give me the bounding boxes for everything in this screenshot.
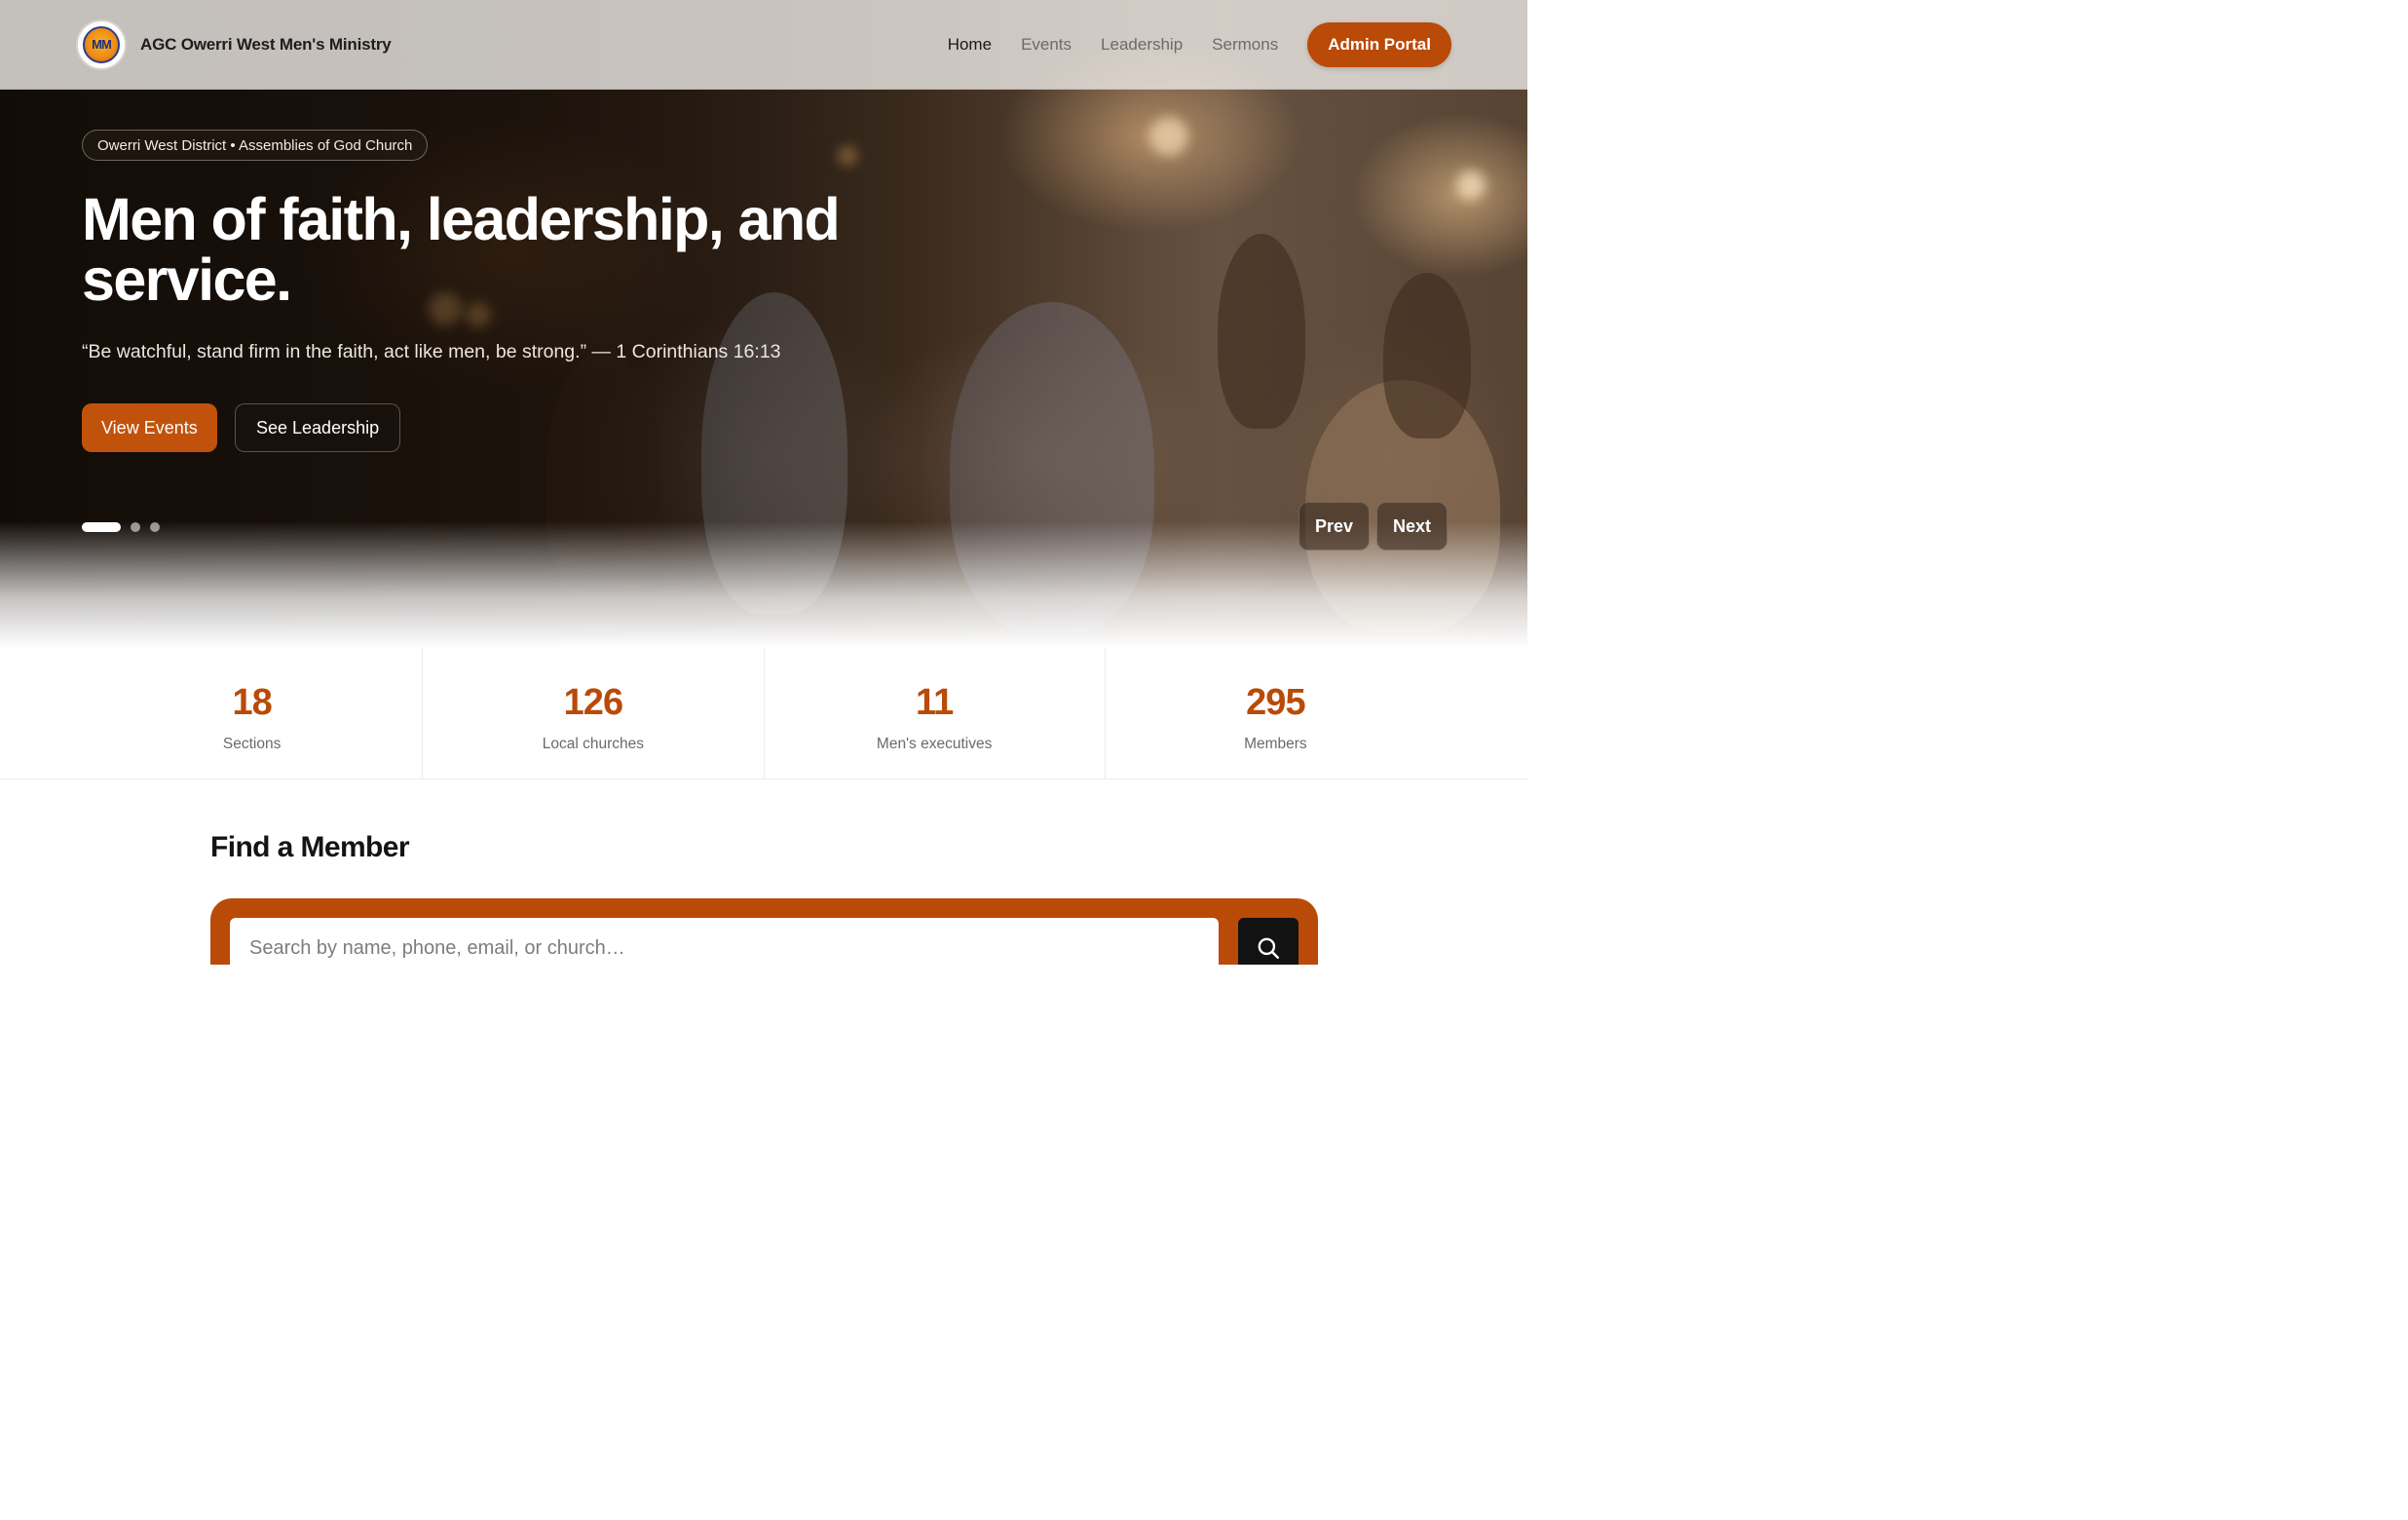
find-member-title: Find a Member — [210, 831, 410, 863]
search-button[interactable] — [1238, 918, 1298, 965]
carousel-indicators — [82, 522, 169, 532]
nav-leadership[interactable]: Leadership — [1101, 35, 1183, 55]
home-page: MM AGC Owerri West Men's Ministry Home E… — [0, 0, 1527, 965]
main-nav: Home Events Leadership Sermons Admin Por… — [919, 21, 1451, 67]
brand-name[interactable]: AGC Owerri West Men's Ministry — [140, 35, 392, 55]
see-leadership-button[interactable]: See Leadership — [235, 403, 401, 452]
stat-value: 295 — [1246, 682, 1305, 723]
site-header: MM AGC Owerri West Men's Ministry Home E… — [0, 0, 1527, 90]
hero-banner — [0, 0, 1527, 648]
district-badge: Owerri West District • Assemblies of God… — [82, 130, 429, 161]
nav-events[interactable]: Events — [1021, 35, 1072, 55]
carousel-dot-1[interactable] — [82, 522, 121, 532]
stat-value: 11 — [916, 682, 954, 723]
stat-value: 18 — [232, 682, 272, 723]
stat-label: Men's executives — [876, 736, 993, 752]
stat-label: Sections — [222, 736, 282, 752]
stat-value: 126 — [563, 682, 623, 723]
carousel-prev-button[interactable]: Prev — [1298, 502, 1371, 551]
carousel-dot-2[interactable] — [131, 522, 140, 532]
ministry-logo[interactable]: MM — [76, 19, 127, 70]
hero-headline: Men of faith, leadership, and service. — [82, 186, 841, 313]
stat-mens-executives: 11 Men's executives — [765, 648, 1106, 779]
search-icon — [1258, 937, 1280, 960]
logo-emblem: MM — [83, 25, 120, 63]
stat-members: 295 Members — [1106, 648, 1446, 779]
stat-label: Local churches — [542, 736, 644, 752]
carousel-next-button[interactable]: Next — [1376, 502, 1449, 551]
stat-local-churches: 126 Local churches — [423, 648, 765, 779]
carousel-dot-3[interactable] — [150, 522, 160, 532]
member-search-input[interactable] — [230, 918, 1219, 965]
admin-portal-button[interactable]: Admin Portal — [1307, 21, 1451, 67]
nav-home[interactable]: Home — [948, 35, 992, 55]
member-search-panel — [210, 898, 1318, 965]
nav-sermons[interactable]: Sermons — [1212, 35, 1278, 55]
hero-verse: “Be watchful, stand firm in the faith, a… — [82, 341, 781, 362]
stats-row: 18 Sections 126 Local churches 11 Men's … — [82, 648, 1446, 779]
view-events-button[interactable]: View Events — [82, 403, 217, 452]
stat-sections: 18 Sections — [82, 648, 424, 779]
stat-label: Members — [1244, 736, 1307, 752]
